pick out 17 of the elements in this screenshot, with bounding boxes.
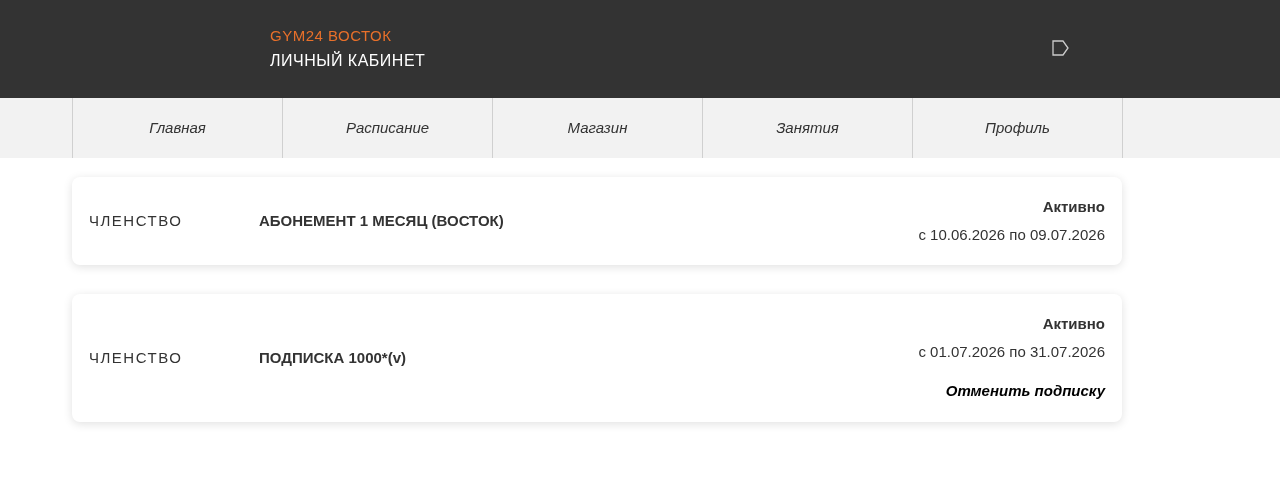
status-label: Активно: [1042, 314, 1105, 334]
nav-tab[interactable]: Расписание: [283, 98, 493, 158]
nav-tab[interactable]: Главная: [73, 98, 283, 158]
cancel-subscription-link[interactable]: Отменить подписку: [945, 380, 1105, 403]
logout-icon[interactable]: [1052, 40, 1070, 56]
nav-tab[interactable]: Магазин: [493, 98, 703, 158]
nav-tab[interactable]: Занятия: [703, 98, 913, 158]
brand-name: GYM24 ВОСТОК: [270, 27, 393, 45]
membership-name: ПОДПИСКА 1000*(v): [259, 347, 407, 368]
period-text: с 01.07.2026 по 31.07.2026: [918, 341, 1105, 362]
period-text: с 10.06.2026 по 09.07.2026: [918, 224, 1105, 245]
nav-tab[interactable]: Профиль: [913, 98, 1123, 158]
membership-type: ЧЛЕНСТВО: [89, 347, 184, 368]
status-label: Активно: [1042, 197, 1105, 217]
membership-type: ЧЛЕНСТВО: [89, 210, 184, 231]
page-subtitle: ЛИЧНЫЙ КАБИНЕТ: [270, 51, 426, 71]
membership-name: АБОНЕМЕНТ 1 МЕСЯЦ (ВОСТОК): [259, 210, 504, 231]
